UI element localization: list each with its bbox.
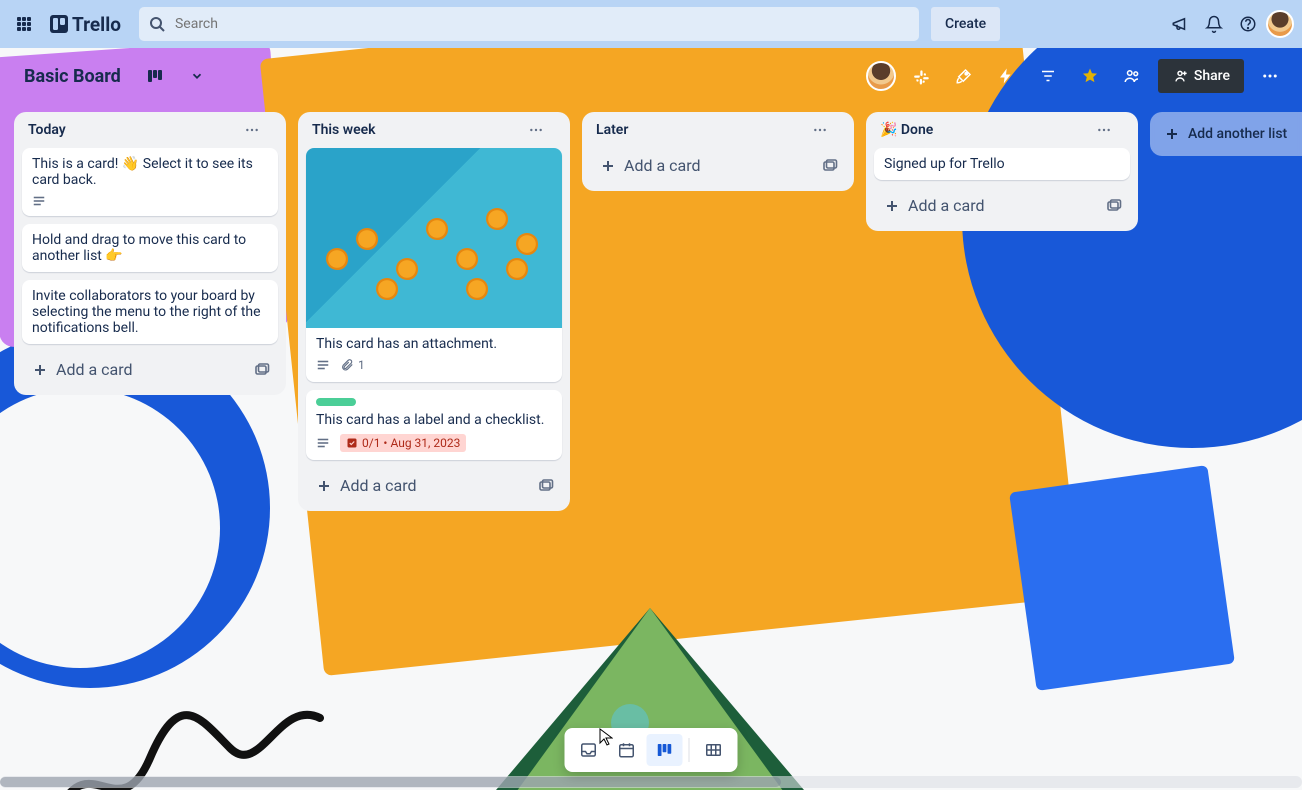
logo-text: Trello — [72, 13, 121, 36]
search-bar[interactable] — [139, 7, 919, 41]
list-title[interactable]: This week — [312, 122, 376, 138]
add-card-button[interactable]: Add a card — [594, 152, 818, 179]
list-menu-icon[interactable] — [812, 122, 840, 138]
card[interactable]: Invite collaborators to your board by se… — [22, 280, 278, 344]
add-card-label: Add a card — [340, 476, 417, 495]
add-card-label: Add a card — [908, 196, 985, 215]
add-card-button[interactable]: Add a card — [878, 192, 1102, 219]
board-member-avatar[interactable] — [866, 61, 896, 91]
card-text: This card has an attachment. — [316, 336, 552, 352]
list-done: 🎉 Done Signed up for Trello Add a card — [866, 112, 1138, 231]
list-menu-icon[interactable] — [1096, 122, 1124, 138]
card[interactable]: Signed up for Trello — [874, 148, 1130, 180]
list-menu-icon[interactable] — [528, 122, 556, 138]
card-template-icon[interactable] — [1102, 194, 1126, 218]
help-icon[interactable] — [1232, 8, 1264, 40]
star-icon[interactable] — [1074, 60, 1106, 92]
add-card-button[interactable]: Add a card — [26, 356, 250, 383]
card-text: Invite collaborators to your board by se… — [32, 288, 268, 336]
list-title[interactable]: 🎉 Done — [880, 122, 933, 138]
search-icon — [149, 16, 165, 32]
list-later: Later Add a card — [582, 112, 854, 191]
top-navbar: Trello Create — [0, 0, 1302, 48]
card-text: This card has a label and a checklist. — [316, 412, 552, 428]
chevron-down-icon[interactable] — [181, 60, 213, 92]
card-template-icon[interactable] — [250, 358, 274, 382]
card[interactable]: This is a card! 👋 Select it to see its c… — [22, 148, 278, 216]
user-avatar[interactable] — [1266, 10, 1294, 38]
slack-icon[interactable] — [906, 60, 938, 92]
view-calendar-icon[interactable] — [609, 734, 645, 766]
card-text: This is a card! 👋 Select it to see its c… — [32, 156, 268, 188]
rocket-icon[interactable] — [948, 60, 980, 92]
notifications-icon[interactable] — [1198, 8, 1230, 40]
board-menu-icon[interactable] — [1254, 60, 1286, 92]
add-list-label: Add another list — [1188, 126, 1287, 142]
share-button[interactable]: Share — [1158, 59, 1244, 93]
filter-icon[interactable] — [1032, 60, 1064, 92]
megaphone-icon[interactable] — [1164, 8, 1196, 40]
board-name[interactable]: Basic Board — [16, 62, 129, 91]
list-menu-icon[interactable] — [244, 122, 272, 138]
create-button[interactable]: Create — [931, 7, 1000, 41]
cursor-icon — [599, 728, 613, 746]
horizontal-scrollbar[interactable] — [0, 776, 1302, 788]
list-today: Today This is a card! 👋 Select it to see… — [14, 112, 286, 395]
bolt-icon[interactable] — [990, 60, 1022, 92]
card[interactable]: Hold and drag to move this card to anoth… — [22, 224, 278, 272]
card[interactable]: This card has a label and a checklist. 0… — [306, 390, 562, 460]
board-header: Basic Board Share — [0, 48, 1302, 104]
card-template-icon[interactable] — [534, 474, 558, 498]
card-cover-image — [306, 148, 562, 328]
description-icon — [316, 358, 330, 372]
add-list-button[interactable]: Add another list — [1150, 112, 1302, 156]
board-canvas: Today This is a card! 👋 Select it to see… — [0, 104, 1302, 790]
view-table-icon[interactable] — [696, 734, 732, 766]
view-switcher — [565, 728, 738, 772]
search-input[interactable] — [139, 7, 919, 41]
add-card-label: Add a card — [56, 360, 133, 379]
card-template-icon[interactable] — [818, 154, 842, 178]
due-date-badge[interactable]: 0/1 • Aug 31, 2023 — [340, 434, 466, 452]
apps-icon[interactable] — [8, 8, 40, 40]
scrollbar-thumb[interactable] — [0, 777, 781, 787]
card-text: Signed up for Trello — [884, 156, 1120, 172]
board-view-icon[interactable] — [139, 60, 171, 92]
attachment-badge: 1 — [340, 358, 365, 372]
members-icon[interactable] — [1116, 60, 1148, 92]
list-title[interactable]: Later — [596, 122, 628, 138]
description-icon — [316, 436, 330, 450]
add-card-label: Add a card — [624, 156, 701, 175]
list-title[interactable]: Today — [28, 122, 66, 138]
card-label[interactable] — [316, 398, 356, 406]
trello-logo[interactable]: Trello — [44, 13, 127, 36]
share-label: Share — [1194, 68, 1230, 84]
add-card-button[interactable]: Add a card — [310, 472, 534, 499]
card-text: Hold and drag to move this card to anoth… — [32, 232, 268, 264]
description-icon — [32, 194, 46, 208]
card[interactable]: This card has an attachment. 1 — [306, 148, 562, 382]
view-board-icon[interactable] — [647, 734, 683, 766]
list-this-week: This week This card has an attachment. — [298, 112, 570, 511]
